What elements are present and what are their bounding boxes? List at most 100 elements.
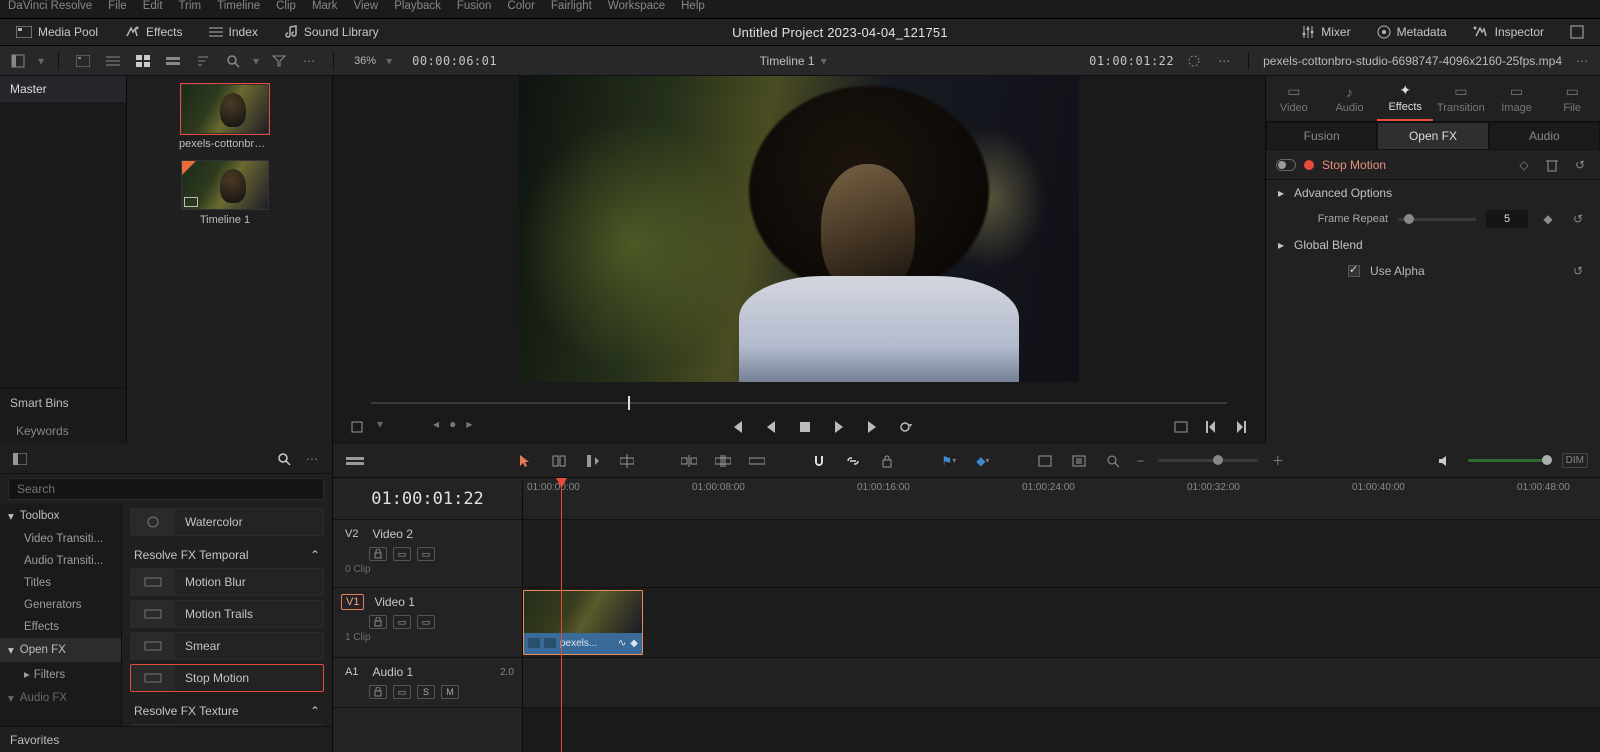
menu-edit[interactable]: Edit	[143, 0, 163, 12]
toolbox-header[interactable]: ▾Toolbox	[0, 504, 121, 528]
inspector-effect-header[interactable]: Stop Motion ◇ ↺	[1266, 150, 1600, 180]
inspector-tab-file[interactable]: ▭File	[1544, 76, 1600, 121]
menu-fusion[interactable]: Fusion	[457, 0, 492, 12]
effect-item[interactable]: Motion Trails	[130, 600, 324, 628]
timeline-ruler[interactable]: 01:00:00:0001:00:08:0001:00:16:0001:00:2…	[523, 478, 1600, 520]
cat-filters[interactable]: ▸Filters	[0, 662, 121, 686]
inspector-subtab-open-fx[interactable]: Open FX	[1377, 122, 1488, 150]
menu-trim[interactable]: Trim	[179, 0, 202, 12]
lock-icon[interactable]	[369, 615, 387, 629]
effect-item[interactable]: Watercolor	[130, 508, 324, 536]
panel-layout-icon[interactable]	[10, 449, 30, 469]
menu-timeline[interactable]: Timeline	[217, 0, 260, 12]
keyframe-icon[interactable]: ◇	[1514, 155, 1534, 175]
disable-video-icon[interactable]: ▭	[417, 547, 435, 561]
layout-menu-icon[interactable]	[8, 51, 28, 71]
inspector-tab-video[interactable]: ▭Video	[1266, 76, 1322, 121]
more-icon[interactable]: ⋯	[1572, 51, 1592, 71]
category-item[interactable]: Effects	[0, 616, 121, 638]
viewer-zoom[interactable]: 36%	[354, 55, 376, 67]
viewer-scrubber[interactable]	[371, 396, 1227, 410]
keyframe-icon[interactable]: ◆	[1538, 209, 1558, 229]
frame-repeat-slider[interactable]	[1398, 218, 1476, 221]
play-icon[interactable]	[829, 417, 849, 437]
go-start-icon[interactable]	[727, 417, 747, 437]
global-blend-row[interactable]: ▸Global Blend	[1266, 232, 1600, 258]
fx-group-header[interactable]: Resolve FX Texture⌃	[130, 696, 324, 724]
menu-playback[interactable]: Playback	[394, 0, 441, 12]
match-frame-icon[interactable]	[1171, 417, 1191, 437]
zoom-detail-icon[interactable]	[1069, 451, 1089, 471]
dim-button[interactable]: DIM	[1562, 453, 1588, 468]
mute-button[interactable]: M	[441, 685, 459, 699]
track-lane-a1[interactable]	[523, 658, 1600, 708]
effect-item[interactable]: Motion Blur	[130, 568, 324, 596]
marker-icon[interactable]: ◆▾	[973, 451, 993, 471]
flag-icon[interactable]: ⚑▾	[939, 451, 959, 471]
category-item[interactable]: Audio Transiti...	[0, 550, 121, 572]
timeline-zoom-slider[interactable]	[1158, 459, 1258, 462]
category-item[interactable]: Generators	[0, 594, 121, 616]
inspector-subtab-fusion[interactable]: Fusion	[1266, 122, 1377, 150]
blade-tool-icon[interactable]	[617, 451, 637, 471]
overwrite-icon[interactable]	[713, 451, 733, 471]
audiofx-header[interactable]: ▾Audio FX	[0, 686, 121, 710]
disable-video-icon[interactable]: ▭	[417, 615, 435, 629]
filter-icon[interactable]	[269, 51, 289, 71]
track-header-v1[interactable]: V1Video 1 ▭ ▭ 1 Clip	[333, 588, 522, 658]
timeline-name[interactable]: Timeline 1	[760, 54, 815, 68]
next-edit-icon[interactable]: ▸	[466, 417, 472, 437]
marker-dot-icon[interactable]: ●	[449, 417, 456, 437]
sort-icon[interactable]	[193, 51, 213, 71]
category-item[interactable]: Video Transiti...	[0, 528, 121, 550]
auto-select-icon[interactable]: ▭	[393, 615, 411, 629]
mixer-button[interactable]: Mixer	[1295, 22, 1356, 42]
auto-select-icon[interactable]: ▭	[393, 685, 411, 699]
media-pool-button[interactable]: Media Pool	[10, 22, 104, 42]
view-thumb-icon[interactable]	[133, 51, 153, 71]
inspector-tab-image[interactable]: ▭Image	[1489, 76, 1545, 121]
zoom-custom-icon[interactable]	[1103, 451, 1123, 471]
solo-button[interactable]: S	[417, 685, 435, 699]
menu-color[interactable]: Color	[507, 0, 534, 12]
effect-item[interactable]: Smear	[130, 632, 324, 660]
replace-icon[interactable]	[747, 451, 767, 471]
frame-repeat-value[interactable]: 5	[1486, 210, 1528, 228]
index-button[interactable]: Index	[203, 22, 264, 42]
reset-icon[interactable]: ↺	[1568, 209, 1588, 229]
bin-keywords[interactable]: Keywords	[0, 418, 126, 444]
lock-icon[interactable]	[877, 451, 897, 471]
track-header-a1[interactable]: A1Audio 12.0 ▭ S M	[333, 658, 522, 708]
effect-enable-toggle[interactable]	[1276, 159, 1296, 171]
menu-help[interactable]: Help	[681, 0, 705, 12]
track-lane-v1[interactable]: pexels...∿◆	[523, 588, 1600, 658]
menu-file[interactable]: File	[108, 0, 127, 12]
fx-group-header[interactable]: Resolve FX Temporal⌃	[130, 540, 324, 568]
advanced-options-row[interactable]: ▸Advanced Options	[1266, 180, 1600, 206]
link-icon[interactable]	[843, 451, 863, 471]
reset-icon[interactable]: ↺	[1568, 261, 1588, 281]
expand-button[interactable]	[1564, 22, 1590, 42]
menu-mark[interactable]: Mark	[312, 0, 338, 12]
step-fwd-icon[interactable]	[1231, 417, 1251, 437]
zoom-full-icon[interactable]	[1035, 451, 1055, 471]
effects-button[interactable]: Effects	[118, 22, 188, 42]
menu-davinci-resolve[interactable]: DaVinci Resolve	[8, 0, 92, 12]
media-thumbnail[interactable]	[181, 84, 269, 134]
lock-icon[interactable]	[369, 547, 387, 561]
lock-icon[interactable]	[369, 685, 387, 699]
loop-icon[interactable]	[897, 417, 917, 437]
inspector-subtab-audio[interactable]: Audio	[1489, 122, 1600, 150]
transform-icon[interactable]	[347, 417, 367, 437]
dynamic-trim-icon[interactable]	[583, 451, 603, 471]
insert-icon[interactable]	[679, 451, 699, 471]
effects-search-input[interactable]	[8, 478, 324, 500]
trash-icon[interactable]	[1542, 155, 1562, 175]
more-icon[interactable]: ⋯	[1214, 51, 1234, 71]
prev-edit-icon[interactable]: ◂	[433, 417, 439, 437]
sound-library-button[interactable]: Sound Library	[278, 22, 385, 42]
menu-clip[interactable]: Clip	[276, 0, 296, 12]
view-strip-icon[interactable]	[163, 51, 183, 71]
viewer-image[interactable]	[519, 76, 1079, 382]
menu-view[interactable]: View	[354, 0, 379, 12]
